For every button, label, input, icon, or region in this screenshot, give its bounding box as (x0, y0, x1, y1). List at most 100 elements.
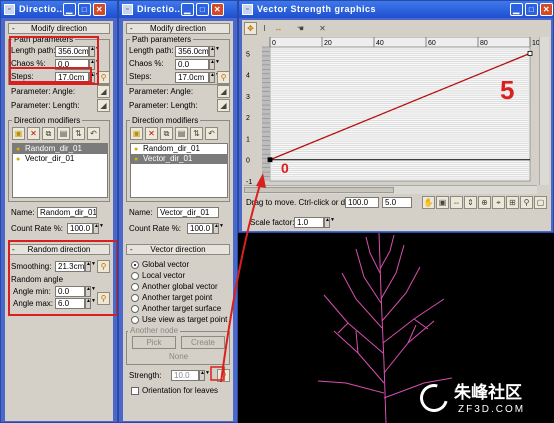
top-ruler (269, 37, 531, 48)
minimize-button[interactable]: ▁ (181, 3, 194, 16)
close-button[interactable]: ✕ (93, 3, 106, 16)
hand-icon[interactable]: ☚ (294, 22, 307, 35)
title-bar-1[interactable]: ▫ Directio... ▁ □ ✕ (1, 1, 117, 18)
rollout-modify-direction[interactable]: - Modify direction (126, 23, 230, 34)
list-item[interactable]: ● Random_dir_01 (13, 144, 107, 154)
maximize-button[interactable]: □ (78, 3, 91, 16)
x-tick-label: 60 (428, 40, 436, 47)
pick-button[interactable]: Pick (132, 336, 176, 349)
length-path-input[interactable]: 356.0cm (175, 46, 209, 57)
value-b-input[interactable]: 5.0 (382, 197, 412, 208)
delete-icon[interactable]: ✕ (27, 127, 40, 140)
curve-icon[interactable]: ◢ (217, 99, 230, 112)
delete-icon[interactable]: ✕ (145, 127, 158, 140)
spinner[interactable]: ▲▼ (199, 370, 210, 381)
maximize-button[interactable]: □ (525, 3, 538, 16)
curve-icon[interactable]: ◢ (217, 85, 230, 98)
steps-input[interactable]: 17.0cm (175, 72, 209, 83)
y-tick-label: 5 (246, 51, 250, 58)
curve-point (267, 157, 273, 163)
viewport[interactable]: 朱峰社区 ZF3D.COM (238, 233, 554, 423)
zoom-box-icon[interactable]: ▢ (534, 196, 547, 209)
undo-icon[interactable]: ↶ (205, 127, 218, 140)
spinner[interactable]: ▲▼ (209, 72, 220, 83)
undo-icon[interactable]: ↶ (87, 127, 100, 140)
maximize-button[interactable]: □ (196, 3, 209, 16)
strength-label: Strength: (129, 371, 162, 380)
spinner[interactable]: ▲▼ (213, 223, 224, 234)
modifier-list[interactable]: ● Random_dir_01 ● Vector_dir_01 (12, 143, 108, 198)
delete-point-icon[interactable]: ✕ (316, 22, 329, 35)
close-button[interactable]: ✕ (211, 3, 224, 16)
radio-another-target-surface[interactable] (131, 305, 139, 313)
count-rate-input[interactable]: 100.0 (67, 223, 93, 234)
window-title: Vector Strength graphics (257, 4, 377, 14)
x-tick-label: 20 (324, 40, 332, 47)
app-icon: ▫ (242, 4, 253, 15)
copy-icon[interactable]: ⧉ (160, 127, 173, 140)
lock-icon[interactable]: ⚲ (217, 369, 230, 382)
move-icon[interactable]: ⇅ (72, 127, 85, 140)
horizontal-move-icon[interactable]: ↔ (272, 22, 285, 35)
vertical-scrollbar[interactable] (539, 37, 549, 185)
modifier-list[interactable]: ● Random_dir_01 ● Vector_dir_01 (130, 143, 228, 198)
zoom-extents-icon[interactable]: ▣ (436, 196, 449, 209)
paste-icon[interactable]: ▤ (57, 127, 70, 140)
name-input[interactable]: Random_dir_01 (37, 207, 97, 218)
highlight-box (9, 67, 92, 83)
name-input[interactable]: Vector_dir_01 (157, 207, 219, 218)
zoom-horizontal-icon[interactable]: ⇔ (450, 196, 463, 209)
curve-icon[interactable]: ◢ (97, 85, 110, 98)
spinner[interactable]: ▲▼ (209, 46, 220, 57)
spinner[interactable]: ▲▼ (209, 59, 220, 70)
radio-view-target[interactable] (131, 316, 139, 324)
insert-icon[interactable]: I (258, 22, 271, 35)
radio-local-vector[interactable] (131, 272, 139, 280)
close-button[interactable]: ✕ (540, 3, 553, 16)
graph-panel: ✥ I ↔ ☚ ✕ 02040608010543210-1 Drag to mo… (242, 20, 551, 231)
copy-icon[interactable]: ⧉ (42, 127, 55, 140)
lock-icon[interactable]: ⚲ (217, 71, 230, 84)
radio-global-vector[interactable] (131, 261, 139, 269)
magnify-icon[interactable]: ⚲ (520, 196, 533, 209)
zoom-region-icon[interactable]: ⊞ (506, 196, 519, 209)
x-tick-label: 10 (532, 40, 539, 47)
spinner[interactable]: ▲▼ (324, 217, 335, 228)
pan-icon[interactable]: ✋ (422, 196, 435, 209)
new-icon[interactable]: ▣ (130, 127, 143, 140)
minimize-button[interactable]: ▁ (510, 3, 523, 16)
chaos-input[interactable]: 0.0 (175, 59, 209, 70)
zoom-vertical-icon[interactable]: ⇕ (464, 196, 477, 209)
y-tick-label: 2 (246, 115, 250, 122)
group-label: Direction modifiers (12, 116, 83, 125)
list-item[interactable]: ● Random_dir_01 (131, 144, 227, 154)
horizontal-scrollbar[interactable] (244, 185, 537, 194)
value-a-input[interactable]: 100.0 (345, 197, 379, 208)
param-length-label: Parameter: Length: (129, 101, 198, 110)
scroll-thumb[interactable] (244, 187, 394, 193)
radio-another-target-point[interactable] (131, 294, 139, 302)
minimize-button[interactable]: ▁ (63, 3, 76, 16)
param-angle-label: Parameter: Angle: (11, 87, 76, 96)
curve-icon[interactable]: ◢ (97, 99, 110, 112)
title-bar-2[interactable]: ▫ Directio... ▁ □ ✕ (119, 1, 237, 18)
list-item[interactable]: ● Vector_dir_01 (13, 154, 107, 164)
zoom-value-icon[interactable]: ⊕ (478, 196, 491, 209)
new-icon[interactable]: ▣ (12, 127, 25, 140)
bulb-icon: ● (134, 156, 139, 163)
strength-input[interactable]: 10.0 (171, 370, 199, 381)
radio-another-global-vector[interactable] (131, 283, 139, 291)
orientation-checkbox[interactable] (131, 387, 139, 395)
paste-icon[interactable]: ▤ (175, 127, 188, 140)
scale-factor-input[interactable]: 1.0 (294, 217, 324, 228)
create-button[interactable]: Create (181, 336, 225, 349)
move-icon[interactable]: ⇅ (190, 127, 203, 140)
move-point-icon[interactable]: ✥ (244, 22, 257, 35)
rollout-modify-direction[interactable]: - Modify direction (8, 23, 110, 34)
zoom-icon[interactable]: ⌖ (492, 196, 505, 209)
spinner[interactable]: ▲▼ (93, 223, 104, 234)
list-item[interactable]: ● Vector_dir_01 (131, 154, 227, 164)
title-bar-3[interactable]: ▫ Vector Strength graphics ▁ □ ✕ (239, 1, 553, 18)
count-rate-input[interactable]: 100.0 (187, 223, 213, 234)
rollout-vector-direction[interactable]: - Vector direction (126, 244, 230, 255)
